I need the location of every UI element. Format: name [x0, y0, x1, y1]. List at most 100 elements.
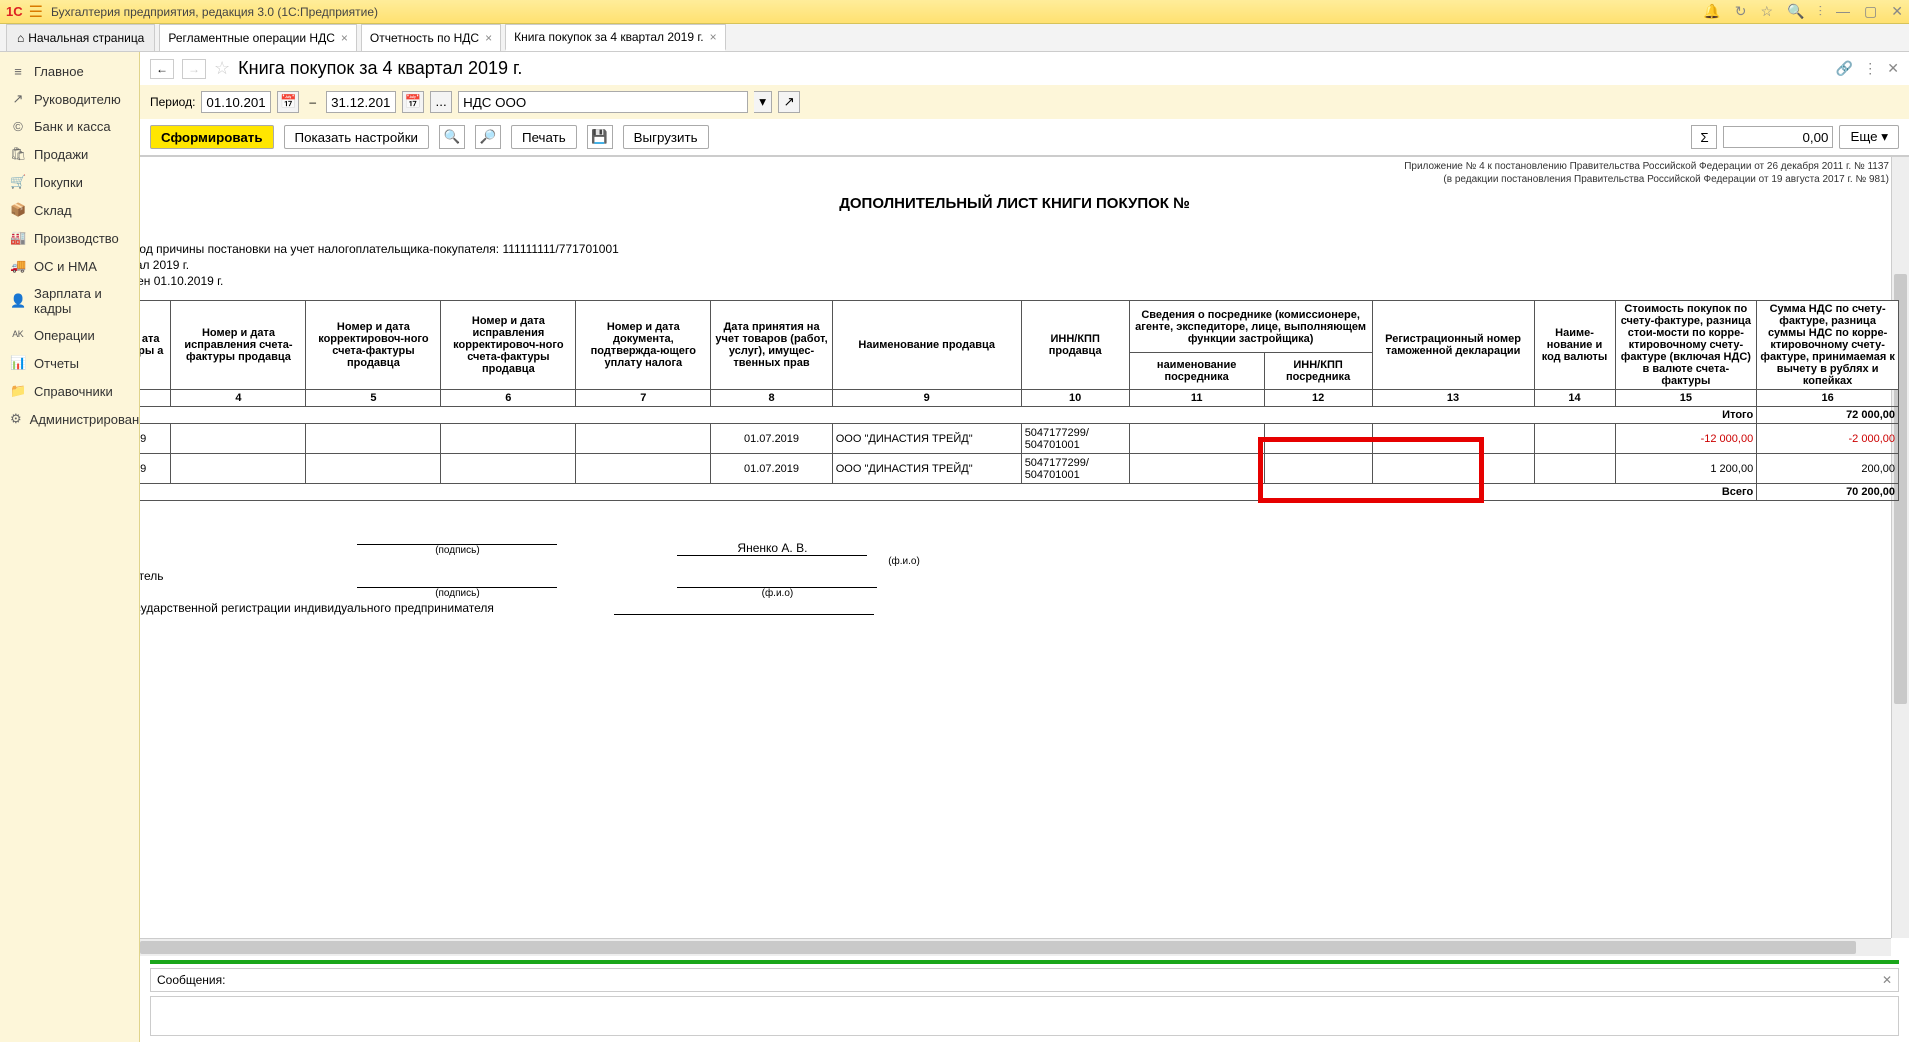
report-content: Приложение № 4 к постановлению Правитель… [140, 157, 1909, 938]
coin-icon: © [10, 119, 26, 134]
print-button[interactable]: Печать [511, 125, 577, 149]
home-icon: ⌂ [17, 31, 24, 45]
search-icon[interactable]: 🔍 [1787, 3, 1804, 20]
sidebar: ≡Главное ↗Руководителю © Банк и касса 🛍Пр… [0, 52, 140, 1042]
signature-line-2: (подпись) [357, 587, 557, 599]
organization-dropdown-button[interactable]: ▾ [754, 91, 772, 113]
titlebar-actions: 🔔 ↻ ☆ 🔍 ⫶ — ▢ ✕ [1703, 3, 1903, 20]
save-button[interactable]: 💾 [587, 125, 613, 149]
zoom-out-button[interactable]: 🔎 [475, 125, 501, 149]
th-c9: Наименование продавца [832, 301, 1021, 390]
sum-button[interactable]: Σ [1691, 125, 1717, 149]
sidebar-item-bank[interactable]: © Банк и касса [0, 113, 139, 140]
th-c3: ата ры а [140, 301, 171, 390]
operations-icon: ᴬᴷ [10, 328, 26, 343]
gear-icon: ⚙ [10, 411, 22, 427]
calendar-to-button[interactable]: 📅 [402, 91, 424, 113]
cart-icon: 🛒 [10, 174, 26, 190]
sum-field[interactable] [1723, 126, 1833, 148]
history-icon[interactable]: ↻ [1735, 3, 1747, 20]
report-area: Приложение № 4 к постановлению Правитель… [140, 156, 1909, 956]
dash-separator: – [305, 95, 320, 109]
registration-line: государственной регистрации индивидуальн… [140, 601, 494, 615]
minimize-icon[interactable]: — [1836, 3, 1850, 20]
sidebar-item-sales[interactable]: 🛍Продажи [0, 140, 139, 168]
zoom-in-button[interactable]: 🔍 [439, 125, 465, 149]
sidebar-item-production[interactable]: 🏭Производство [0, 224, 139, 252]
divider-bar [150, 960, 1899, 964]
tab-home-label: Начальная страница [28, 31, 144, 45]
th-c5: Номер и дата корректировоч-ного счета-фа… [306, 301, 441, 390]
tab-report-nds[interactable]: Отчетность по НДС× [361, 24, 501, 51]
sidebar-item-operations[interactable]: ᴬᴷОперации [0, 322, 139, 349]
table-row: 19 01.07.2019 ООО "ДИНАСТИЯ ТРЕЙД" 50471… [140, 424, 1899, 454]
meta-quarter: ртал 2019 г. [140, 258, 1899, 274]
sidebar-item-main[interactable]: ≡Главное [0, 58, 139, 85]
registration-signature-line [614, 614, 874, 615]
sidebar-item-purchases[interactable]: 🛒Покупки [0, 168, 139, 196]
close-icon[interactable]: × [341, 31, 348, 45]
period-picker-button[interactable]: ... [430, 91, 452, 113]
sidebar-item-hr[interactable]: 👤Зарплата и кадры [0, 280, 139, 322]
favorite-star-icon[interactable]: ☆ [214, 58, 230, 79]
th-c11: наименование посредника [1129, 353, 1264, 390]
nav-forward-button[interactable]: → [182, 59, 206, 79]
close-messages-icon[interactable]: ✕ [1882, 973, 1892, 987]
nav-back-button[interactable]: ← [150, 59, 174, 79]
close-icon[interactable]: × [485, 31, 492, 45]
sidebar-item-label: Отчеты [34, 356, 79, 371]
bell-icon[interactable]: 🔔 [1703, 3, 1720, 20]
maximize-icon[interactable]: ▢ [1864, 3, 1877, 20]
sidebar-item-admin[interactable]: ⚙Администрирование [0, 405, 139, 433]
person-icon: 👤 [10, 293, 26, 309]
messages-label: Сообщения: [157, 973, 225, 987]
show-settings-button[interactable]: Показать настройки [284, 125, 429, 149]
horizontal-scrollbar[interactable] [140, 938, 1891, 956]
sidebar-item-manager[interactable]: ↗Руководителю [0, 85, 139, 113]
period-from-input[interactable] [201, 91, 271, 113]
sidebar-item-label: Банк и касса [34, 119, 111, 134]
truck-icon: 🚚 [10, 258, 26, 274]
sidebar-item-reports[interactable]: 📊 Отчеты [0, 349, 139, 377]
box-icon: 📦 [10, 202, 26, 218]
meta-inn-kpp: и код причины постановки на учет налогоп… [140, 242, 1899, 258]
sidebar-item-label: Производство [34, 231, 119, 246]
link-icon[interactable]: 🔗 [1836, 60, 1853, 77]
fio-line-2: (ф.и.о) [677, 587, 877, 599]
page-title: Книга покупок за 4 квартал 2019 г. [238, 58, 522, 79]
logo-1c: 1C [6, 4, 23, 19]
generate-button[interactable]: Сформировать [150, 125, 274, 149]
organization-open-button[interactable]: ↗ [778, 91, 800, 113]
tabbar: ⌂ Начальная страница Регламентные операц… [0, 24, 1909, 52]
messages-box[interactable] [150, 996, 1899, 1036]
th-c4: Номер и дата исправления счета-фактуры п… [171, 301, 306, 390]
tab-home[interactable]: ⌂ Начальная страница [6, 24, 155, 51]
star-icon[interactable]: ☆ [1761, 3, 1774, 20]
close-icon[interactable]: ✕ [1891, 3, 1903, 20]
more-button[interactable]: Еще ▾ [1839, 125, 1899, 149]
reference-text-2: (в редакции постановления Правительства … [140, 172, 1899, 185]
period-to-input[interactable] [326, 91, 396, 113]
reports-icon: 📊 [10, 355, 26, 371]
tab-purchase-book[interactable]: Книга покупок за 4 квартал 2019 г.× [505, 24, 726, 51]
sidebar-item-assets[interactable]: 🚚ОС и НМА [0, 252, 139, 280]
menu-icon[interactable]: ☰ [29, 2, 43, 22]
export-button[interactable]: Выгрузить [623, 125, 709, 149]
close-icon[interactable]: ✕ [1887, 60, 1899, 77]
messages-header: Сообщения: ✕ [150, 968, 1899, 992]
th-intermediary: Сведения о посреднике (комиссионере, аге… [1129, 301, 1372, 353]
th-c14: Наиме-нование и код валюты [1534, 301, 1615, 390]
tab-nds-operations[interactable]: Регламентные операции НДС× [159, 24, 357, 51]
sidebar-item-label: Продажи [34, 147, 88, 162]
filter-icon[interactable]: ⫶ [1819, 3, 1823, 20]
sidebar-item-directories[interactable]: 📁Справочники [0, 377, 139, 405]
sidebar-item-warehouse[interactable]: 📦Склад [0, 196, 139, 224]
close-icon[interactable]: × [710, 30, 717, 44]
th-c16: Сумма НДС по счету-фактуре, разница сумм… [1757, 301, 1899, 390]
signature-line-1: (подпись) [357, 544, 557, 556]
more-vert-icon[interactable]: ⋮ [1863, 60, 1877, 77]
calendar-from-button[interactable]: 📅 [277, 91, 299, 113]
sig-left-2: матель [140, 569, 164, 583]
organization-input[interactable] [458, 91, 748, 113]
titlebar: 1C ☰ Бухгалтерия предприятия, редакция 3… [0, 0, 1909, 24]
